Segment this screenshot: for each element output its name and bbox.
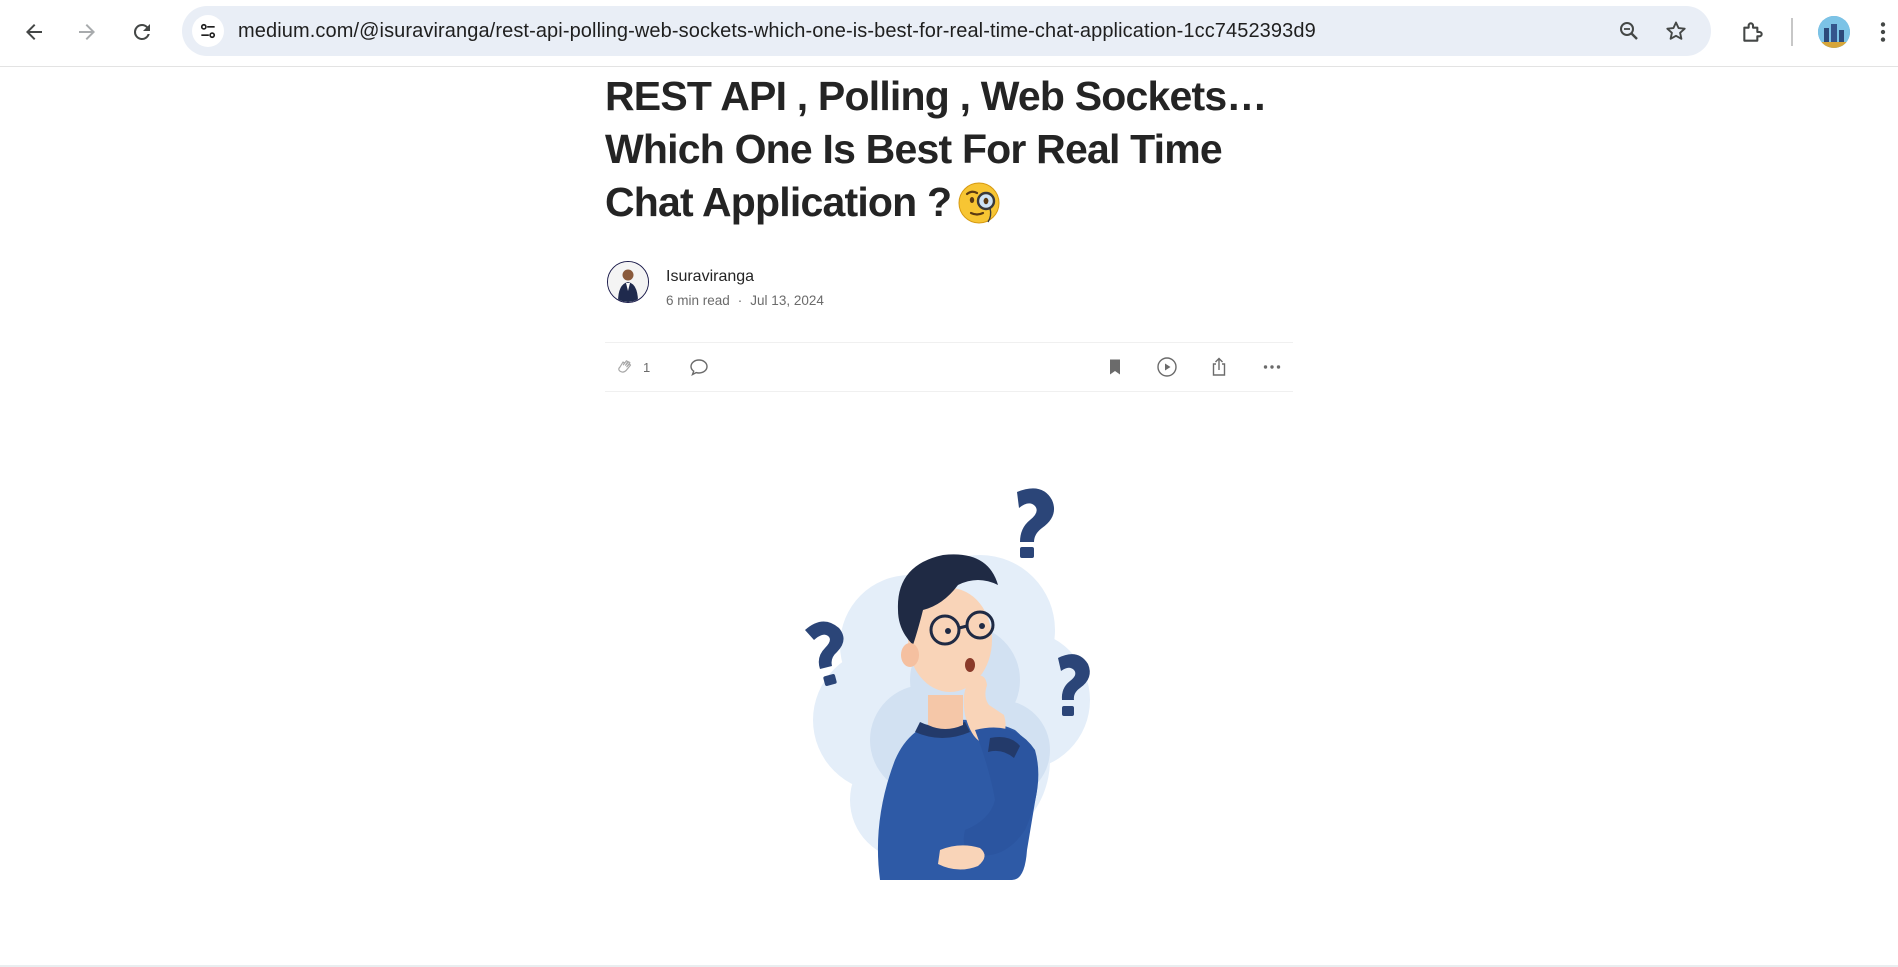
confused-man-illustration: [805, 488, 1090, 880]
more-icon: [1263, 365, 1281, 369]
author-name[interactable]: Isuraviranga: [666, 268, 754, 286]
article-action-bar: 1: [605, 342, 1293, 392]
save-button[interactable]: [1103, 355, 1127, 379]
face-with-monocle-icon: [958, 182, 1000, 224]
arrow-left-icon: [26, 24, 42, 40]
toolbar-divider: [1791, 18, 1793, 46]
listen-icon: [1157, 357, 1177, 377]
reload-button[interactable]: [122, 12, 162, 52]
share-icon: [1212, 357, 1226, 376]
listen-button[interactable]: [1155, 355, 1179, 379]
zoom-button[interactable]: [1613, 15, 1645, 47]
site-info-button[interactable]: [192, 15, 224, 47]
puzzle-icon: [1743, 22, 1763, 42]
comment-button[interactable]: [687, 355, 711, 379]
article-title: REST API , Polling , Web Sockets… Which …: [605, 70, 1305, 229]
author-row: Isuraviranga 6 min read · Jul 13, 2024: [605, 261, 1293, 311]
bookmark-star-button[interactable]: [1660, 15, 1692, 47]
more-button[interactable]: [1260, 355, 1284, 379]
address-bar[interactable]: medium.com/@isuraviranga/rest-api-pollin…: [182, 6, 1711, 56]
arrow-right-icon: [79, 24, 95, 40]
profile-picture: [1818, 16, 1850, 48]
bookmark-icon: [1110, 359, 1120, 375]
publish-date: Jul 13, 2024: [750, 293, 824, 308]
url-text[interactable]: medium.com/@isuraviranga/rest-api-pollin…: [238, 6, 1316, 56]
kebab-icon: [1880, 22, 1886, 42]
tune-icon: [200, 23, 216, 39]
browser-toolbar: medium.com/@isuraviranga/rest-api-pollin…: [0, 0, 1898, 67]
comment-icon: [690, 359, 708, 376]
reload-icon: [133, 23, 150, 40]
share-button[interactable]: [1207, 355, 1231, 379]
star-icon: [1666, 21, 1686, 40]
forward-button[interactable]: [67, 12, 107, 52]
chrome-menu-button[interactable]: [1868, 12, 1898, 52]
clap-icon: [618, 360, 632, 373]
article-meta: 6 min read · Jul 13, 2024: [666, 293, 824, 308]
clap-button[interactable]: 1: [613, 355, 650, 379]
profile-avatar[interactable]: [1818, 16, 1850, 48]
author-avatar[interactable]: [607, 261, 649, 303]
read-time: 6 min read: [666, 293, 730, 308]
magnifier-icon: [1620, 22, 1638, 40]
clap-count: 1: [643, 359, 651, 375]
meta-separator: ·: [737, 293, 743, 308]
back-button[interactable]: [14, 12, 54, 52]
extensions-button[interactable]: [1733, 12, 1773, 52]
article-title-text: REST API , Polling , Web Sockets… Which …: [605, 73, 1267, 225]
author-photo: [608, 262, 648, 302]
